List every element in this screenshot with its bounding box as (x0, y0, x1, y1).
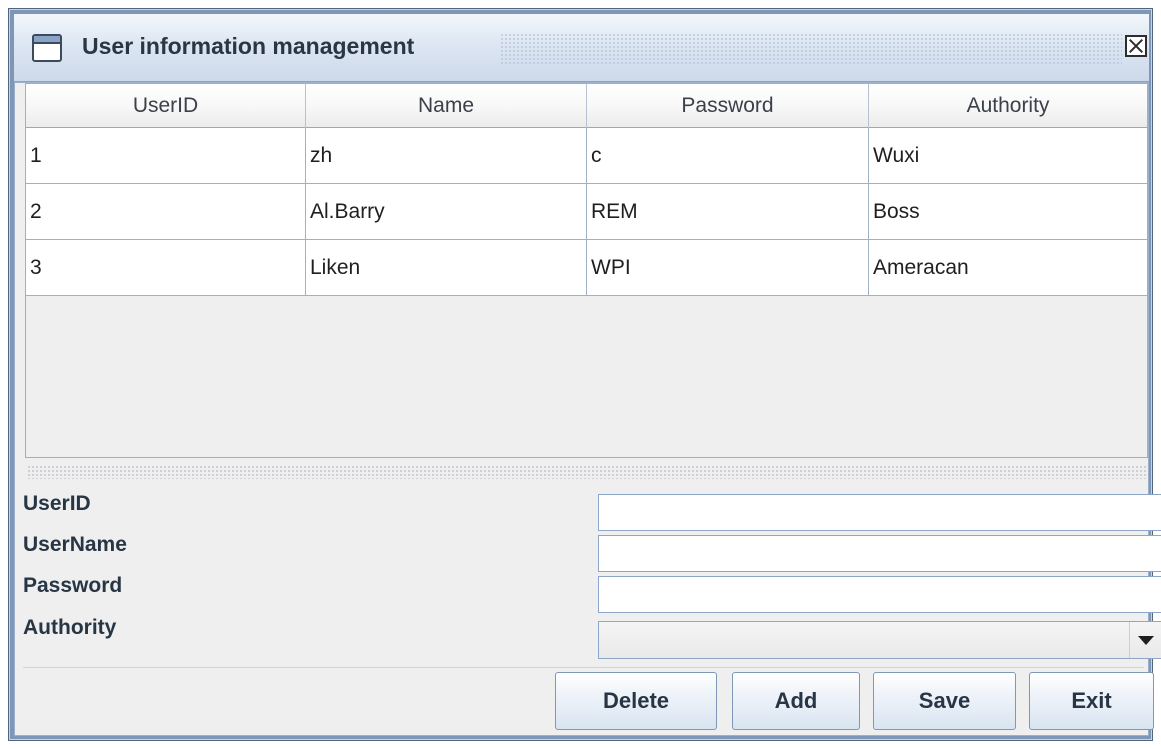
authority-label: Authority (23, 616, 117, 639)
close-icon[interactable] (1125, 35, 1147, 57)
column-header-name[interactable]: Name (306, 84, 587, 128)
window-icon (32, 34, 62, 62)
save-button[interactable]: Save (873, 672, 1016, 730)
cell-userid[interactable]: 3 (26, 240, 306, 295)
title-bar[interactable]: User information management (14, 14, 1149, 82)
cell-userid[interactable]: 2 (26, 184, 306, 239)
userid-label: UserID (23, 492, 91, 515)
main-window: User information management UserID Name … (8, 8, 1161, 741)
table-row[interactable]: 2 Al.Barry REM Boss (26, 184, 1147, 240)
table-body: 1 zh c Wuxi 2 Al.Barry REM Boss 3 Liken … (26, 128, 1147, 296)
cell-name[interactable]: Liken (306, 240, 587, 295)
userid-field[interactable] (598, 494, 1161, 531)
username-label: UserName (23, 533, 127, 556)
cell-authority[interactable]: Wuxi (869, 128, 1147, 183)
title-bar-grip (500, 33, 1122, 65)
dropdown-arrow-button[interactable] (1129, 622, 1161, 658)
split-pane-divider[interactable] (27, 465, 1146, 479)
content-panel: UserID Name Password Authority 1 zh c Wu… (14, 82, 1161, 736)
password-label: Password (23, 574, 123, 597)
chevron-down-icon (1137, 635, 1154, 645)
cell-userid[interactable]: 1 (26, 128, 306, 183)
cell-authority[interactable]: Boss (869, 184, 1147, 239)
button-bar-divider (23, 667, 1144, 668)
column-header-userid[interactable]: UserID (26, 84, 306, 128)
window-title: User information management (82, 33, 415, 59)
cell-password[interactable]: REM (587, 184, 869, 239)
cell-password[interactable]: WPI (587, 240, 869, 295)
cell-name[interactable]: zh (306, 128, 587, 183)
user-table[interactable]: UserID Name Password Authority 1 zh c Wu… (25, 83, 1148, 458)
cell-name[interactable]: Al.Barry (306, 184, 587, 239)
add-button[interactable]: Add (732, 672, 860, 730)
cell-authority[interactable]: Ameracan (869, 240, 1147, 295)
exit-button[interactable]: Exit (1029, 672, 1154, 730)
column-header-authority[interactable]: Authority (869, 84, 1147, 128)
cell-password[interactable]: c (587, 128, 869, 183)
authority-dropdown[interactable] (598, 621, 1161, 659)
column-header-password[interactable]: Password (587, 84, 869, 128)
delete-button[interactable]: Delete (555, 672, 717, 730)
table-row[interactable]: 3 Liken WPI Ameracan (26, 240, 1147, 296)
table-row[interactable]: 1 zh c Wuxi (26, 128, 1147, 184)
password-field[interactable] (598, 576, 1161, 613)
username-field[interactable] (598, 535, 1161, 572)
table-header: UserID Name Password Authority (26, 84, 1147, 128)
